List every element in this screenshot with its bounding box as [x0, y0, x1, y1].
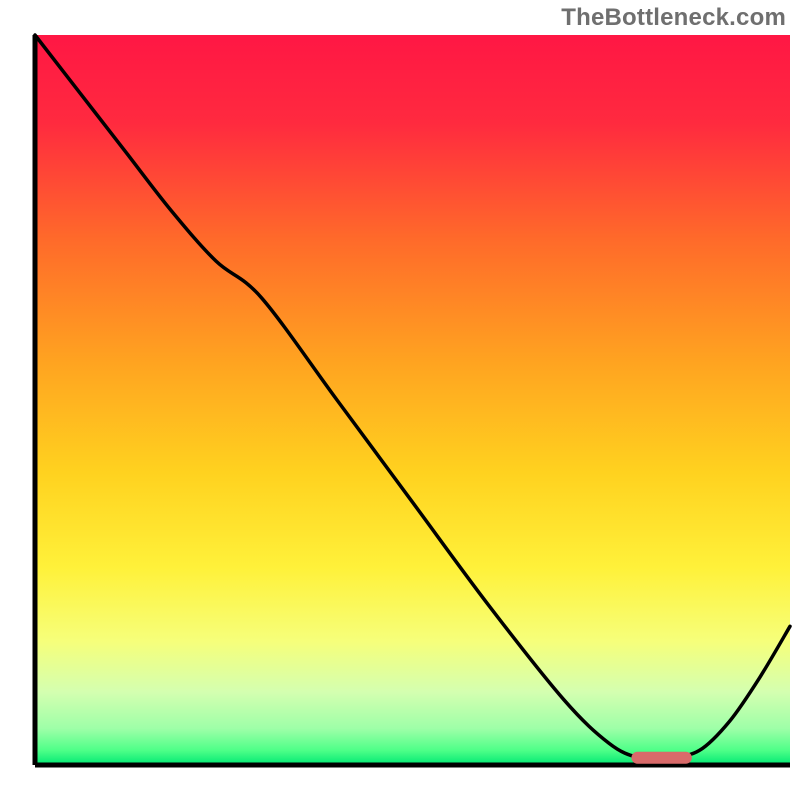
watermark-text: TheBottleneck.com [561, 4, 786, 32]
bottleneck-chart [0, 0, 800, 800]
chart-container: TheBottleneck.com [0, 0, 800, 800]
optimal-range-marker [631, 752, 691, 764]
gradient-background [35, 35, 790, 765]
